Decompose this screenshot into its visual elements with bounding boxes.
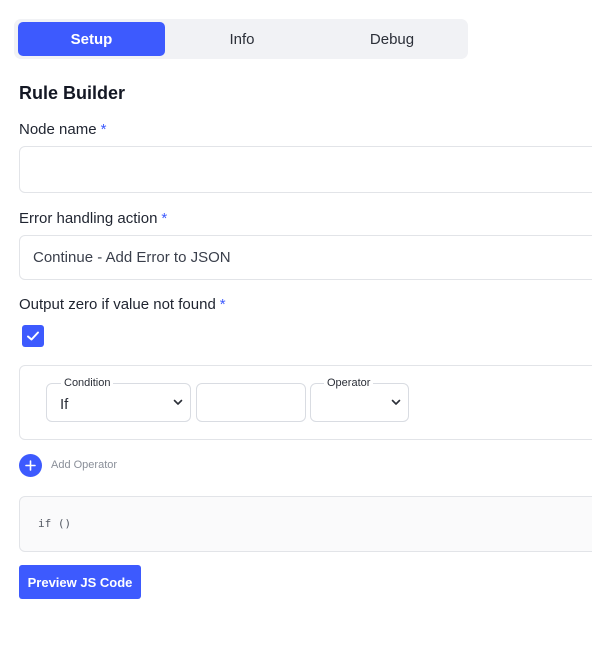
output-zero-label: Output zero if value not found * [19, 296, 226, 313]
error-handling-label: Error handling action * [19, 210, 167, 227]
required-mark: * [219, 296, 226, 313]
output-zero-label-text: Output zero if value not found [19, 296, 216, 313]
tab-bar: Setup Info Debug [14, 19, 468, 59]
tab-debug[interactable]: Debug [317, 22, 467, 56]
operator-select[interactable]: Operator [310, 376, 409, 422]
condition-legend: Condition [61, 376, 114, 390]
required-mark: * [161, 210, 168, 227]
preview-js-code-button[interactable]: Preview JS Code [19, 565, 141, 599]
node-name-label: Node name * [19, 121, 106, 138]
tab-info[interactable]: Info [167, 22, 317, 56]
condition-value-input[interactable] [196, 383, 306, 422]
output-zero-checkbox[interactable] [22, 325, 44, 347]
add-operator-label[interactable]: Add Operator [51, 459, 117, 471]
error-handling-select[interactable]: Continue - Add Error to JSON [19, 235, 592, 280]
code-preview-text: if () [38, 517, 72, 530]
chevron-down-icon [173, 399, 183, 405]
tab-setup[interactable]: Setup [18, 22, 165, 56]
check-icon [27, 331, 39, 341]
condition-card: Condition If Operator [19, 365, 592, 440]
node-name-input[interactable] [19, 146, 592, 193]
node-name-label-text: Node name [19, 121, 97, 138]
page-title: Rule Builder [19, 83, 126, 103]
error-handling-value: Continue - Add Error to JSON [33, 249, 231, 266]
condition-select[interactable]: Condition If [46, 376, 191, 422]
error-handling-label-text: Error handling action [19, 210, 158, 227]
required-mark: * [100, 121, 107, 138]
chevron-down-icon [391, 399, 401, 405]
operator-legend: Operator [324, 376, 374, 390]
plus-icon [25, 460, 36, 471]
condition-value: If [60, 396, 69, 413]
add-operator-button[interactable] [19, 454, 42, 477]
code-preview: if () [19, 496, 592, 552]
